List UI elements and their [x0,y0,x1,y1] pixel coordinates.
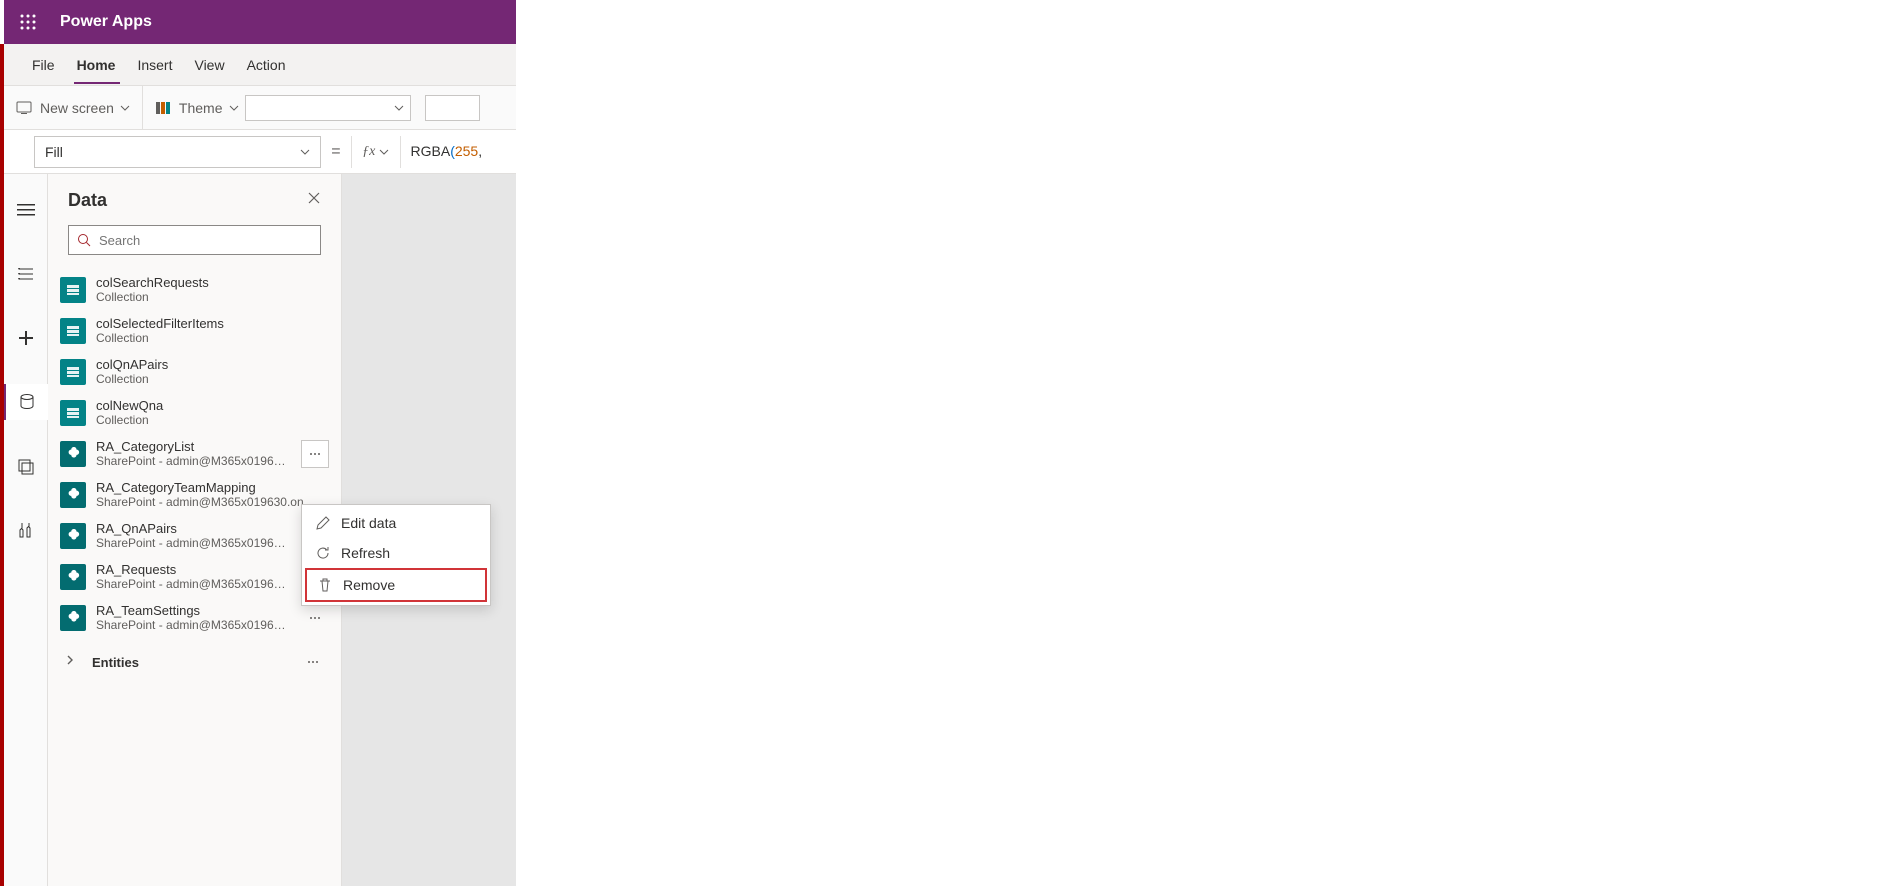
data-source-item[interactable]: RA_RequestsSharePoint - admin@M365x01963… [54,556,335,597]
data-source-name: RA_CategoryTeamMapping [96,480,329,495]
pencil-icon [315,515,331,531]
data-source-name: RA_QnAPairs [96,521,291,536]
data-source-item[interactable]: RA_CategoryListSharePoint - admin@M365x0… [54,433,335,474]
chevron-down-icon [379,147,389,157]
collection-icon [60,318,86,344]
search-input[interactable] [99,233,312,248]
theme-icon [155,100,171,116]
sharepoint-icon [60,523,86,549]
menu-file[interactable]: File [32,47,55,83]
ctx-edit-data[interactable]: Edit data [305,508,487,538]
theme-size-combo[interactable] [425,95,480,121]
menu-bar: File Home Insert View Action [4,44,516,86]
formula-text[interactable]: RGBA(255, [401,143,487,161]
chevron-down-icon [120,103,130,113]
collection-icon [60,277,86,303]
data-source-sub: Collection [96,331,329,345]
data-source-sub: SharePoint - admin@M365x019630.on... [96,536,291,550]
data-source-sub: SharePoint - admin@M365x019630.on... [96,577,291,591]
trash-icon [317,577,333,593]
ribbon-new-screen[interactable]: New screen [4,86,143,129]
collection-icon [60,359,86,385]
entities-label: Entities [92,655,285,670]
ctx-remove-label: Remove [343,577,395,593]
data-source-sub: SharePoint - admin@M365x019630.on... [96,495,329,509]
collection-icon [60,400,86,426]
context-menu: Edit data Refresh Remove [301,504,491,606]
chevron-down-icon [300,147,310,157]
chevron-down-icon [229,103,239,113]
new-screen-label: New screen [40,100,114,116]
sharepoint-icon [60,564,86,590]
panel-close-icon[interactable] [307,191,321,210]
rail-data-icon[interactable] [4,384,48,420]
data-source-name: colQnAPairs [96,357,329,372]
data-source-item[interactable]: colQnAPairsCollection [54,351,335,392]
formula-bar: Fill = ƒx RGBA(255, [4,130,516,174]
property-name: Fill [45,144,63,160]
chevron-right-icon [62,653,78,671]
data-source-sub: Collection [96,413,329,427]
property-selector[interactable]: Fill [34,136,321,168]
chevron-down-icon [394,103,404,113]
fx-button[interactable]: ƒx [351,136,401,168]
equals-sign: = [321,143,351,161]
ctx-remove[interactable]: Remove [305,568,487,602]
theme-label: Theme [179,100,223,116]
left-rail [4,174,48,886]
search-box[interactable] [68,225,321,255]
data-source-name: RA_Requests [96,562,291,577]
data-source-item[interactable]: colNewQnaCollection [54,392,335,433]
sharepoint-icon [60,605,86,631]
theme-font-combo[interactable] [245,95,411,121]
data-source-name: colSearchRequests [96,275,329,290]
data-source-item[interactable]: colSelectedFilterItemsCollection [54,310,335,351]
data-source-name: colNewQna [96,398,329,413]
data-source-sub: Collection [96,290,329,304]
refresh-icon [315,545,331,561]
ctx-refresh[interactable]: Refresh [305,538,487,568]
data-source-name: RA_TeamSettings [96,603,291,618]
app-title: Power Apps [52,13,152,31]
more-options-button[interactable] [299,648,327,676]
menu-insert[interactable]: Insert [137,47,172,83]
sharepoint-icon [60,441,86,467]
data-source-item[interactable]: RA_QnAPairsSharePoint - admin@M365x01963… [54,515,335,556]
menu-action[interactable]: Action [247,47,286,83]
title-bar: Power Apps [4,0,516,44]
more-options-button[interactable] [301,604,329,632]
data-source-item[interactable]: RA_TeamSettingsSharePoint - admin@M365x0… [54,597,335,638]
menu-view[interactable]: View [194,47,224,83]
data-source-name: colSelectedFilterItems [96,316,329,331]
search-icon [77,233,91,247]
ribbon-theme[interactable]: Theme [143,86,492,129]
panel-title: Data [68,190,107,211]
sharepoint-icon [60,482,86,508]
data-source-list: colSearchRequestsCollectioncolSelectedFi… [48,265,341,886]
rail-tree-view-icon[interactable] [4,256,48,292]
more-options-button[interactable] [301,440,329,468]
ctx-refresh-label: Refresh [341,545,390,561]
menu-active-underline [74,82,120,84]
data-source-sub: SharePoint - admin@M365x019630.on... [96,454,291,468]
menu-home[interactable]: Home [77,47,116,83]
data-panel: Data colSearchRequestsCollectioncolSelec… [48,174,342,886]
data-source-item[interactable]: colSearchRequestsCollection [54,269,335,310]
screen-icon [16,100,32,116]
rail-advanced-icon[interactable] [4,512,48,548]
data-source-item[interactable]: RA_CategoryTeamMappingSharePoint - admin… [54,474,335,515]
app-launcher-icon[interactable] [4,0,52,44]
ctx-edit-label: Edit data [341,515,396,531]
rail-media-icon[interactable] [4,448,48,484]
entities-row[interactable]: Entities [54,638,335,686]
rail-insert-icon[interactable] [4,320,48,356]
data-source-name: RA_CategoryList [96,439,291,454]
data-source-sub: Collection [96,372,329,386]
ribbon: New screen Theme [4,86,516,130]
rail-hamburger[interactable] [4,192,48,228]
data-source-sub: SharePoint - admin@M365x019630.on... [96,618,291,632]
